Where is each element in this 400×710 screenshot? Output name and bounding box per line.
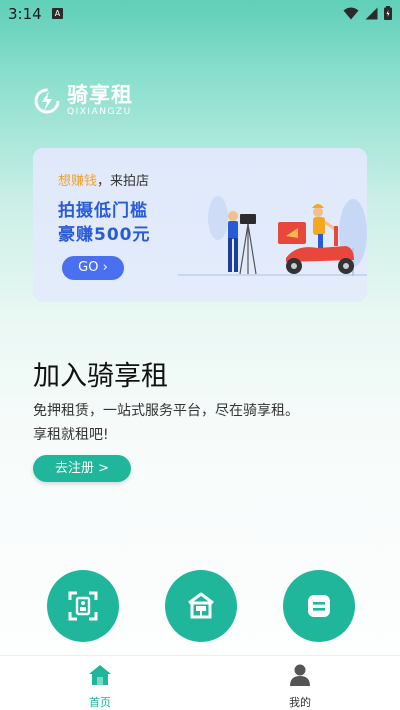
tab-mine[interactable]: 我的 (270, 664, 330, 710)
status-time: 3:14 (8, 5, 42, 23)
join-description-2: 享租就租吧! (33, 427, 109, 443)
store-button[interactable] (165, 570, 237, 642)
tab-mine-label: 我的 (289, 696, 311, 709)
banner-go-button[interactable]: GO › (62, 256, 124, 280)
notification-icon: A (52, 8, 63, 19)
tab-home-label: 首页 (89, 696, 111, 709)
tab-home[interactable]: 首页 (70, 664, 130, 710)
orders-button[interactable] (283, 570, 355, 642)
user-icon (290, 664, 310, 686)
photographer-delivery-illustration (178, 196, 367, 276)
id-card-scan-icon (68, 591, 98, 621)
promo-banner[interactable]: 想赚钱，来拍店 拍摄低门槛 豪赚500元 GO › (33, 148, 367, 302)
join-description-1: 免押租赁，一站式服务平台，尽在骑享租。 (33, 403, 299, 419)
register-button[interactable]: 去注册 > (33, 455, 131, 482)
brand-subtitle: QIXIANGZU (67, 107, 132, 117)
status-indicators (343, 6, 392, 20)
join-title: 加入骑享租 (33, 361, 168, 392)
bottom-navigation: 首页 我的 (0, 655, 400, 710)
banner-headline-1: 拍摄低门槛 (58, 201, 148, 221)
banner-tagline-rest: ，来拍店 (97, 174, 150, 189)
brand-header: 骑享租 QIXIANGZU (33, 84, 133, 117)
wifi-icon (343, 7, 359, 19)
store-icon (188, 592, 214, 619)
banner-tagline: 想赚钱，来拍店 (58, 170, 149, 189)
home-icon (89, 665, 111, 685)
battery-icon (384, 6, 392, 20)
menu-list-icon (308, 595, 330, 617)
banner-headline-2: 豪赚500元 (58, 225, 151, 245)
banner-tagline-highlight: 想赚钱 (58, 174, 98, 189)
brand-text: 骑享租 QIXIANGZU (67, 84, 133, 117)
brand-logo-icon (34, 88, 60, 113)
status-bar: 3:14 A (0, 0, 400, 28)
signal-icon (365, 7, 378, 19)
brand-name: 骑享租 (67, 83, 133, 107)
scan-id-button[interactable] (47, 570, 119, 642)
